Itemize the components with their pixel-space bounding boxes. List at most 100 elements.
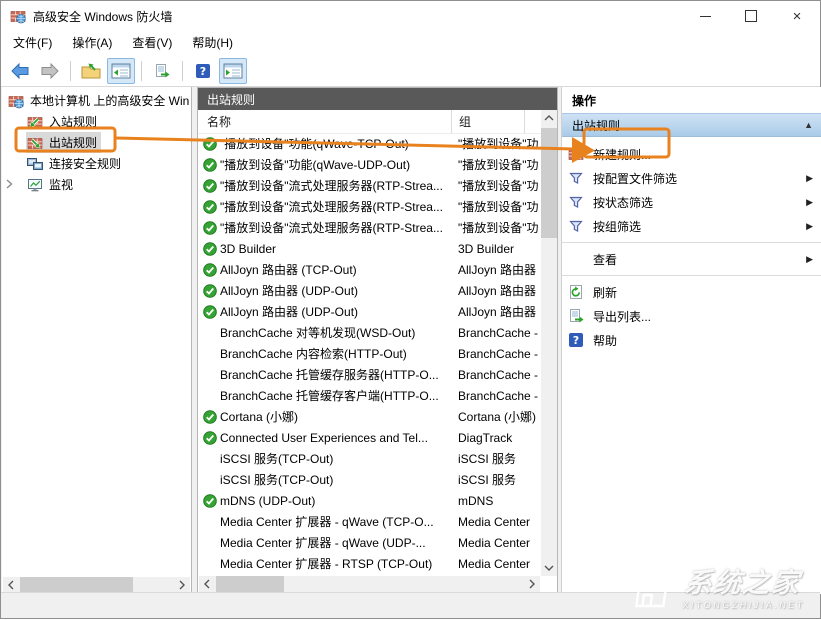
rule-group: Media Center — [451, 536, 541, 550]
rule-row[interactable]: Connected User Experiences and Tel...Dia… — [198, 427, 541, 448]
window-title: 高级安全 Windows 防火墙 — [33, 8, 172, 25]
rule-row[interactable]: Cortana (小娜)Cortana (小娜) — [198, 406, 541, 427]
scroll-up-button[interactable] — [541, 110, 557, 126]
menu-item[interactable]: 文件(F) — [3, 31, 62, 55]
rule-group: Media Center — [451, 557, 541, 571]
column-header-name[interactable]: 名称 — [198, 110, 452, 133]
sidebar-item-outbound-rules[interactable]: 出站规则 — [2, 132, 191, 153]
rule-row[interactable]: Media Center 扩展器 - qWave (UDP-...Media C… — [198, 532, 541, 553]
minimize-button[interactable] — [682, 1, 728, 31]
toolbar-separator — [141, 61, 142, 81]
rule-name: Media Center 扩展器 - qWave (TCP-O... — [220, 513, 451, 530]
help-button[interactable]: ? — [189, 58, 217, 84]
rule-row[interactable]: "播放到设备"流式处理服务器(RTP-Strea..."播放到设备"功 — [198, 217, 541, 238]
rule-group: AllJoyn 路由器 — [451, 282, 541, 299]
filter-icon — [568, 170, 584, 186]
rule-row[interactable]: "播放到设备"流式处理服务器(RTP-Strea..."播放到设备"功 — [198, 196, 541, 217]
rule-name: "播放到设备"功能(qWave-TCP-Out) — [220, 135, 451, 152]
rule-row[interactable]: BranchCache 托管缓存客户端(HTTP-O...BranchCache… — [198, 385, 541, 406]
rule-row[interactable]: 3D Builder3D Builder — [198, 238, 541, 259]
rule-name: iSCSI 服务(TCP-Out) — [220, 471, 451, 488]
rule-row[interactable]: mDNS (UDP-Out)mDNS — [198, 490, 541, 511]
sidebar-item-connection-security[interactable]: 连接安全规则 — [2, 153, 191, 174]
action-item-filter[interactable]: 按配置文件筛选▶ — [562, 166, 821, 190]
scrollbar-thumb[interactable] — [216, 576, 284, 592]
action-item-filter[interactable]: 按状态筛选▶ — [562, 190, 821, 214]
status-bar — [1, 592, 820, 618]
actions-section-header[interactable]: 出站规则 ▲ — [562, 114, 821, 137]
up-folder-button[interactable] — [77, 58, 105, 84]
rule-group: AllJoyn 路由器 — [451, 303, 541, 320]
scroll-right-button[interactable] — [524, 576, 540, 592]
column-header-group[interactable]: 组 — [452, 110, 525, 133]
collapse-section-icon[interactable]: ▲ — [804, 120, 813, 130]
rule-name: BranchCache 托管缓存客户端(HTTP-O... — [220, 387, 451, 404]
rule-name: AllJoyn 路由器 (TCP-Out) — [220, 261, 451, 278]
list-panel-title: 出站规则 — [198, 88, 557, 110]
sidebar-item-inbound-rules[interactable]: 入站规则 — [2, 111, 191, 132]
menu-item[interactable]: 操作(A) — [62, 31, 122, 55]
tree-root-item[interactable]: 本地计算机 上的高级安全 Win — [2, 90, 191, 111]
back-button[interactable] — [6, 58, 34, 84]
rule-row[interactable]: "播放到设备"功能(qWave-TCP-Out)"播放到设备"功 — [198, 133, 541, 154]
export-list-icon — [568, 308, 584, 324]
firewall-app-icon — [10, 8, 26, 24]
rule-row[interactable]: AllJoyn 路由器 (UDP-Out)AllJoyn 路由器 — [198, 301, 541, 322]
filter-icon — [568, 218, 584, 234]
export-list-button[interactable] — [148, 58, 176, 84]
show-action-pane-button[interactable] — [219, 58, 247, 84]
action-item-refresh[interactable]: 刷新 — [562, 280, 821, 304]
tree-horizontal-scrollbar[interactable] — [3, 577, 190, 593]
forward-button[interactable] — [36, 58, 64, 84]
list-vertical-scrollbar[interactable] — [541, 110, 557, 576]
console-tree-panel: 本地计算机 上的高级安全 Win 入站规则出站规则连接安全规则监视 — [2, 87, 192, 594]
actions-pane-title: 操作 — [562, 87, 821, 114]
rule-group: BranchCache - — [451, 389, 541, 403]
toolbar-separator — [182, 61, 183, 81]
menu-item[interactable]: 帮助(H) — [182, 31, 243, 55]
outbound-rules-icon — [27, 135, 44, 151]
rule-row[interactable]: iSCSI 服务(TCP-Out)iSCSI 服务 — [198, 469, 541, 490]
rule-row[interactable]: "播放到设备"流式处理服务器(RTP-Strea..."播放到设备"功 — [198, 175, 541, 196]
scrollbar-thumb[interactable] — [541, 128, 557, 238]
scrollbar-thumb[interactable] — [20, 577, 133, 593]
rule-enabled-check-icon — [203, 263, 217, 277]
rule-row[interactable]: iSCSI 服务(TCP-Out)iSCSI 服务 — [198, 448, 541, 469]
action-item-new-rule[interactable]: 新建规则... — [562, 142, 821, 166]
scroll-left-button[interactable] — [199, 576, 215, 592]
scroll-left-button[interactable] — [3, 577, 19, 593]
rule-row[interactable]: Media Center 扩展器 - RTSP (TCP-Out)Media C… — [198, 553, 541, 574]
action-item-查看[interactable]: 查看▶ — [562, 247, 821, 271]
rule-name: Cortana (小娜) — [220, 408, 451, 425]
action-item-export-list[interactable]: 导出列表... — [562, 304, 821, 328]
rule-row[interactable]: Media Center 扩展器 - qWave (TCP-O...Media … — [198, 511, 541, 532]
show-console-tree-button[interactable] — [107, 58, 135, 84]
rule-row[interactable]: AllJoyn 路由器 (TCP-Out)AllJoyn 路由器 — [198, 259, 541, 280]
expand-chevron-icon[interactable] — [5, 178, 13, 192]
rule-enabled-check-icon — [203, 221, 217, 235]
action-item-filter[interactable]: 按组筛选▶ — [562, 214, 821, 238]
svg-text:?: ? — [200, 65, 206, 78]
rule-row[interactable]: "播放到设备"功能(qWave-UDP-Out)"播放到设备"功 — [198, 154, 541, 175]
scroll-right-button[interactable] — [174, 577, 190, 593]
rule-row[interactable]: AllJoyn 路由器 (UDP-Out)AllJoyn 路由器 — [198, 280, 541, 301]
menu-item[interactable]: 查看(V) — [122, 31, 182, 55]
rule-enabled-check-icon — [203, 431, 217, 445]
rule-name: iSCSI 服务(TCP-Out) — [220, 450, 451, 467]
tree-root-label: 本地计算机 上的高级安全 Win — [30, 92, 189, 109]
rule-name: "播放到设备"流式处理服务器(RTP-Strea... — [220, 198, 451, 215]
rule-row[interactable]: BranchCache 托管缓存服务器(HTTP-O...BranchCache… — [198, 364, 541, 385]
help-icon: ? — [568, 332, 584, 348]
rule-row[interactable]: BranchCache 内容检索(HTTP-Out)BranchCache - — [198, 343, 541, 364]
rule-row[interactable]: BranchCache 对等机发现(WSD-Out)BranchCache - — [198, 322, 541, 343]
maximize-button[interactable] — [728, 1, 774, 31]
scroll-down-button[interactable] — [541, 560, 557, 576]
sidebar-item-monitoring[interactable]: 监视 — [2, 174, 191, 195]
rule-enabled-check-icon — [203, 410, 217, 424]
action-item-help[interactable]: ?帮助 — [562, 328, 821, 352]
rule-group: BranchCache - — [451, 326, 541, 340]
rule-group: BranchCache - — [451, 347, 541, 361]
close-button[interactable]: × — [774, 1, 820, 31]
rule-group: DiagTrack — [451, 431, 541, 445]
list-horizontal-scrollbar[interactable] — [199, 576, 540, 592]
